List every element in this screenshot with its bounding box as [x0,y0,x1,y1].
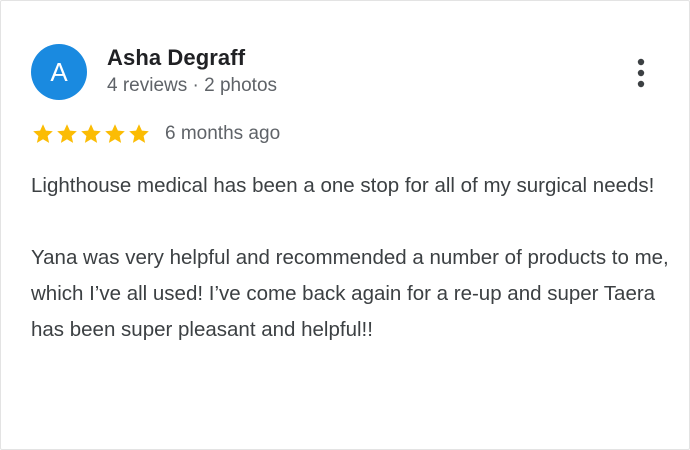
star-rating [31,122,151,146]
review-card: A Asha Degraff 4 reviews · 2 photos 6 mo… [0,0,690,450]
more-options-button[interactable] [625,55,657,91]
more-vert-icon [637,58,645,88]
review-time: 6 months ago [165,123,281,144]
star-icon [57,124,77,143]
avatar-letter: A [50,56,68,87]
review-paragraph-2: Yana was very helpful and recommended a … [31,246,669,341]
star-icon [81,124,101,143]
star-icon [105,124,125,143]
rating-row: 6 months ago [31,121,280,147]
reviewer-meta: 4 reviews · 2 photos [107,75,278,96]
reviewer-avatar[interactable]: A [31,44,87,100]
review-text: Lighthouse medical has been a one stop f… [31,168,671,348]
review-paragraph-1: Lighthouse medical has been a one stop f… [31,174,655,197]
star-icon [129,124,149,143]
star-icon [33,124,53,143]
reviewer-name[interactable]: Asha Degraff [107,45,245,71]
